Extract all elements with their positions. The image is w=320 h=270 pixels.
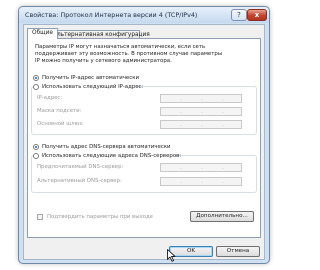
ip-manual-option[interactable]: Использовать следующий IP-адрес: [33, 83, 143, 91]
tab-general[interactable]: Общие [27, 28, 58, 39]
cancel-button[interactable]: Отмена [216, 246, 260, 257]
ip-auto-radio[interactable] [33, 75, 39, 81]
ip-manual-label: Использовать следующий IP-адрес: [42, 84, 144, 90]
subnet-mask-input[interactable]: ... [160, 107, 242, 116]
general-tab-panel: Параметры IP могут назначаться автоматич… [27, 38, 261, 238]
intro-text: Параметры IP могут назначаться автоматич… [35, 44, 223, 64]
ip-address-input[interactable]: ... [160, 94, 242, 103]
help-button[interactable]: ? [231, 9, 247, 21]
tcpip-properties-dialog: Свойства: Протокол Интернета версии 4 (T… [18, 6, 270, 264]
validate-on-exit-checkbox[interactable] [37, 214, 43, 220]
dns-manual-option[interactable]: Использовать следующие адреса DNS-сервер… [33, 152, 181, 160]
default-gateway-input[interactable]: ... [160, 120, 242, 129]
close-button[interactable]: x [247, 9, 267, 21]
dialog-client-area: Общие Альтернативная конфигурация Параме… [23, 24, 265, 260]
validate-on-exit-label: Подтвердить параметры при выходе [47, 214, 153, 220]
help-icon: ? [237, 11, 241, 19]
mouse-cursor-icon [167, 249, 176, 262]
subnet-mask-label: Маска подсети: [37, 108, 82, 114]
dns-auto-radio[interactable] [33, 144, 39, 150]
advanced-button[interactable]: Дополнительно... [190, 211, 254, 222]
ip-address-label: IP-адрес: [37, 95, 63, 101]
default-gateway-label: Основной шлюз: [37, 121, 84, 127]
alternate-dns-label: Альтернативный DNS-сервер: [37, 178, 122, 184]
dns-manual-radio[interactable] [33, 153, 39, 159]
preferred-dns-label: Предпочитаемый DNS-сервер: [37, 164, 124, 170]
dns-server-group [31, 155, 257, 193]
preferred-dns-input[interactable]: ... [160, 163, 242, 172]
window-title: Свойства: Протокол Интернета версии 4 (T… [25, 11, 198, 19]
dns-manual-label: Использовать следующие адреса DNS-сервер… [42, 153, 182, 159]
ip-manual-radio[interactable] [33, 84, 39, 90]
dns-auto-label: Получить адрес DNS-сервера автоматически [42, 144, 171, 150]
alternate-dns-input[interactable]: ... [160, 177, 242, 186]
title-bar[interactable]: Свойства: Протокол Интернета версии 4 (T… [19, 7, 269, 23]
close-icon: x [254, 11, 260, 19]
ip-auto-label: Получить IP-адрес автоматически [42, 75, 139, 81]
